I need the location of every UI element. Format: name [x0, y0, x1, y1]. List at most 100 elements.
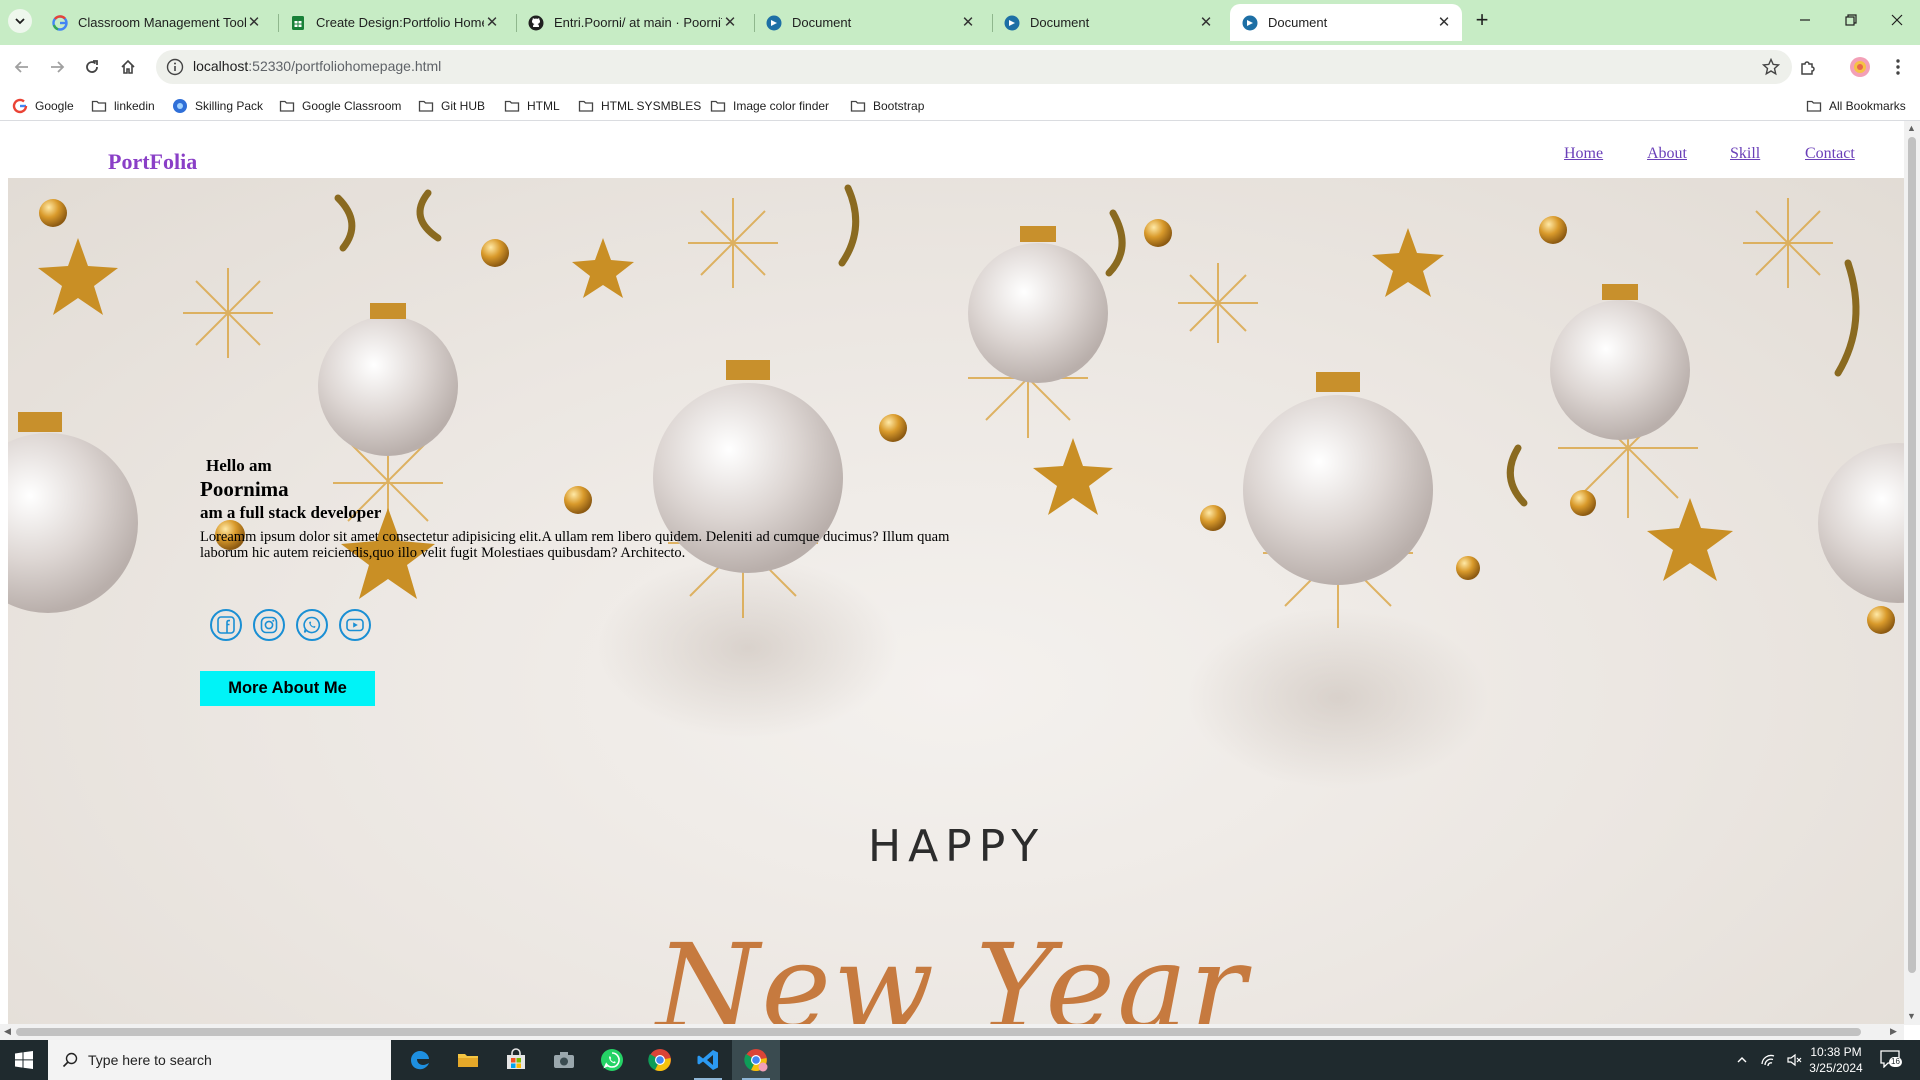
more-about-me-button[interactable]: More About Me [200, 671, 375, 706]
file-explorer-icon [458, 1054, 478, 1067]
address-bar[interactable]: localhost:52330/portfoliohomepage.html [156, 50, 1792, 84]
ornament-shadows [598, 558, 1488, 788]
taskbar-camera[interactable] [540, 1040, 588, 1080]
tab-search-button[interactable] [8, 9, 32, 33]
close-icon[interactable]: ✕ [484, 14, 500, 31]
chevron-up-icon[interactable] [1736, 1054, 1748, 1066]
url-host: localhost [193, 58, 249, 74]
banner-new-year-text: New Year [656, 918, 1248, 1025]
start-button[interactable] [0, 1040, 48, 1080]
tab-title: Create Design:Portfolio Home p [316, 15, 484, 30]
whatsapp-link[interactable] [296, 609, 328, 641]
facebook-link[interactable] [210, 609, 242, 641]
vertical-scroll-thumb[interactable] [1908, 137, 1916, 973]
tab-title: Entri.Poorni/ at main · PoorniTh [554, 15, 722, 30]
tab-title: Document [792, 15, 852, 30]
nav-link-home[interactable]: Home [1564, 145, 1603, 163]
hero-name: Poornima [200, 477, 289, 501]
scroll-up-arrow-icon[interactable]: ▲ [1907, 123, 1916, 133]
bookmark-skilling-pack[interactable]: Skilling Pack [172, 98, 263, 114]
chrome-icon [648, 1049, 671, 1072]
taskbar-store[interactable] [492, 1040, 540, 1080]
folder-icon [504, 100, 520, 112]
profile-button[interactable] [1846, 53, 1874, 81]
home-icon [121, 59, 135, 74]
taskbar-search[interactable]: Type here to search [48, 1040, 391, 1080]
tab-classroom[interactable]: Classroom Management Tools & ✕ [40, 4, 272, 41]
all-bookmarks[interactable]: All Bookmarks [1806, 98, 1906, 114]
url-text[interactable]: localhost:52330/portfoliohomepage.html [193, 58, 441, 74]
bookmark-google[interactable]: Google [12, 98, 74, 114]
puzzle-icon [1801, 61, 1815, 75]
windows-logo-icon [15, 1051, 33, 1069]
nav-link-skill[interactable]: Skill [1730, 145, 1760, 163]
taskbar-edge[interactable] [396, 1040, 444, 1080]
more-vert-icon [1896, 59, 1900, 75]
site-logo[interactable]: PortFolia [108, 149, 197, 175]
youtube-link[interactable] [339, 609, 371, 641]
bookmark-image-color-finder[interactable]: Image color finder [710, 98, 829, 114]
bookmark-star-icon[interactable] [1762, 58, 1780, 76]
taskbar-chrome[interactable] [636, 1040, 684, 1080]
hero-greeting: Hello am [206, 456, 272, 475]
tab-document-3-active[interactable]: Document ✕ [1230, 4, 1462, 41]
scroll-down-arrow-icon[interactable]: ▼ [1907, 1011, 1916, 1021]
close-icon[interactable]: ✕ [960, 14, 976, 31]
bookmark-git-hub[interactable]: Git HUB [418, 98, 485, 114]
network-icon[interactable] [1760, 1052, 1776, 1068]
vertical-scrollbar[interactable]: ▲ ▼ [1904, 121, 1920, 1025]
scroll-left-arrow-icon[interactable]: ◀ [4, 1026, 11, 1037]
close-icon[interactable]: ✕ [1436, 14, 1452, 31]
reload-icon [86, 60, 98, 73]
tab-document-1[interactable]: Document ✕ [754, 4, 986, 41]
tab-document-2[interactable]: Document ✕ [992, 4, 1224, 41]
taskbar-chrome-profile[interactable] [732, 1040, 780, 1080]
horizontal-scroll-thumb[interactable] [16, 1028, 1861, 1036]
tab-title: Document [1268, 15, 1328, 30]
github-icon [528, 15, 544, 30]
tab-github[interactable]: Entri.Poorni/ at main · PoorniTh ✕ [516, 4, 748, 41]
bookmark-label: Git HUB [441, 99, 486, 113]
scroll-right-arrow-icon[interactable]: ▶ [1890, 1026, 1897, 1037]
taskbar-clock[interactable]: 10:38 PM 3/25/2024 [1790, 1044, 1882, 1076]
chevron-down-icon [15, 18, 25, 25]
nav-link-about[interactable]: About [1647, 145, 1687, 163]
menu-button[interactable] [1884, 53, 1912, 81]
tab-create-design[interactable]: Create Design:Portfolio Home p ✕ [278, 4, 510, 41]
instagram-link[interactable] [253, 609, 285, 641]
extensions-button[interactable] [1794, 53, 1822, 81]
close-icon[interactable]: ✕ [246, 14, 262, 31]
minimize-button[interactable] [1782, 0, 1828, 40]
horizontal-scrollbar[interactable]: ◀ ▶ [0, 1024, 1904, 1040]
hero-section: Hello am Poornima am a full stack develo… [8, 178, 1904, 1025]
close-icon[interactable]: ✕ [1198, 14, 1214, 31]
bookmark-google-classroom[interactable]: Google Classroom [279, 98, 401, 114]
close-icon[interactable]: ✕ [722, 14, 738, 31]
back-button[interactable] [8, 53, 36, 81]
bookmark-linkedin[interactable]: linkedin [91, 98, 155, 114]
folder-icon [710, 100, 726, 112]
christmas-ornaments-background [8, 184, 1904, 788]
close-window-button[interactable] [1874, 0, 1920, 40]
bookmark-html[interactable]: HTML [504, 98, 560, 114]
bookmarks-bar: Google linkedin Skilling Pack Google Cla… [0, 89, 1920, 123]
reload-button[interactable] [78, 53, 106, 81]
new-tab-button[interactable]: + [1470, 9, 1494, 33]
home-button[interactable] [114, 53, 142, 81]
taskbar-vscode[interactable] [684, 1040, 732, 1080]
vscode-live-icon [766, 15, 782, 30]
bookmark-html-sysmbles[interactable]: HTML SYSMBLES [578, 98, 701, 114]
info-icon[interactable] [166, 58, 184, 76]
bookmark-bootstrap[interactable]: Bootstrap [850, 98, 924, 114]
chrome-profile-icon [744, 1049, 768, 1072]
forward-button[interactable] [43, 53, 71, 81]
banner-happy-text: HAPPY [868, 821, 1046, 872]
folder-icon [279, 100, 295, 112]
taskbar-file-explorer[interactable] [444, 1040, 492, 1080]
nav-link-contact[interactable]: Contact [1805, 145, 1855, 163]
restore-button[interactable] [1828, 0, 1874, 40]
notification-button[interactable]: 16 [1880, 1050, 1904, 1070]
instagram-icon [260, 616, 278, 634]
taskbar-whatsapp[interactable] [588, 1040, 636, 1080]
bookmark-label: Google [35, 99, 74, 113]
